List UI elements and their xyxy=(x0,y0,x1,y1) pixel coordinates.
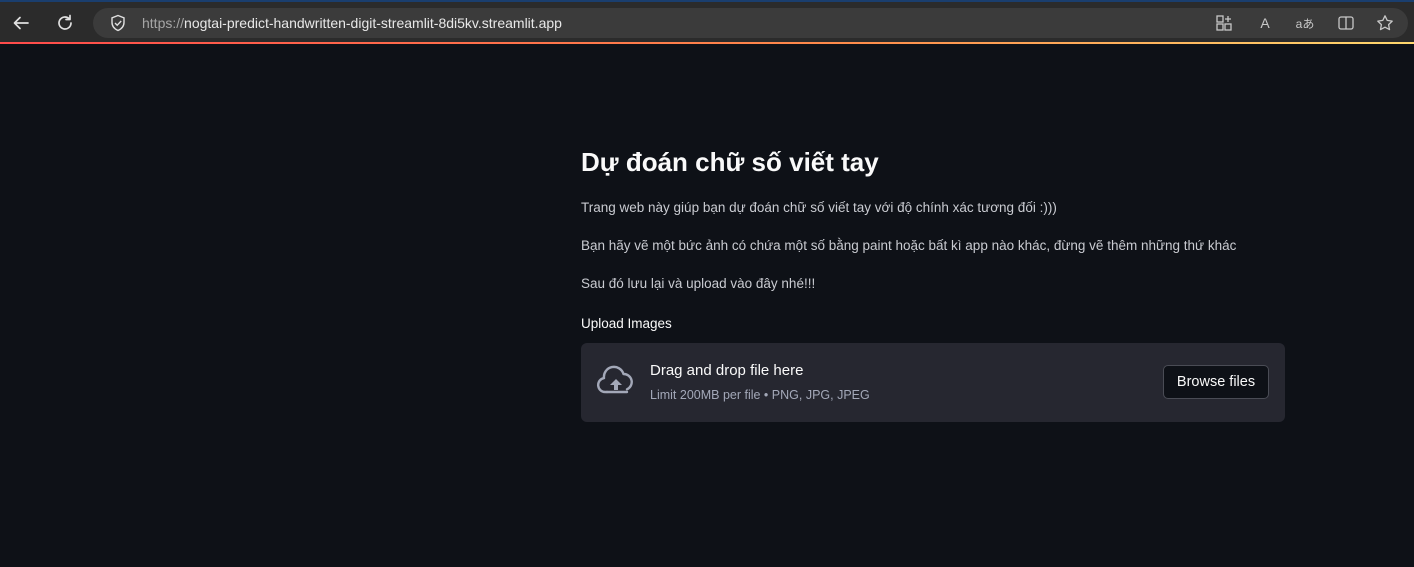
read-aloud-glyph: A xyxy=(1260,15,1270,31)
refresh-icon[interactable] xyxy=(51,10,79,36)
intro-paragraph: Trang web này giúp bạn dự đoán chữ số vi… xyxy=(581,200,1057,215)
shield-icon[interactable] xyxy=(109,14,127,32)
browser-toolbar: https://nogtai-predict-handwritten-digit… xyxy=(0,0,1414,42)
page-title: Dự đoán chữ số viết tay xyxy=(581,147,879,177)
url-host: nogtai-predict-handwritten-digit-streaml… xyxy=(184,15,562,31)
upload-hint-paragraph: Sau đó lưu lại và upload vào đây nhé!!! xyxy=(581,276,816,291)
read-aloud-icon[interactable]: A xyxy=(1250,8,1280,38)
upload-label: Upload Images xyxy=(581,316,672,331)
url-protocol: https:// xyxy=(142,15,185,31)
back-icon[interactable] xyxy=(7,10,35,36)
favorite-star-icon[interactable] xyxy=(1370,8,1400,38)
page-progress-bar xyxy=(0,42,1414,44)
translate-icon[interactable]: aあ xyxy=(1290,8,1320,38)
split-screen-icon[interactable] xyxy=(1331,8,1361,38)
url-text[interactable]: https://nogtai-predict-handwritten-digit… xyxy=(142,15,562,31)
file-dropzone[interactable]: Drag and drop file here Limit 200MB per … xyxy=(581,343,1285,422)
translate-glyph: aあ xyxy=(1295,16,1315,31)
limit-text: Limit 200MB per file • PNG, JPG, JPEG xyxy=(650,388,870,402)
instruction-paragraph: Bạn hãy vẽ một bức ảnh có chứa một số bằ… xyxy=(581,238,1237,253)
cloud-upload-icon xyxy=(596,365,633,394)
browse-files-button[interactable]: Browse files xyxy=(1163,365,1269,399)
apps-icon[interactable] xyxy=(1209,8,1239,38)
drop-text: Drag and drop file here xyxy=(650,362,804,379)
